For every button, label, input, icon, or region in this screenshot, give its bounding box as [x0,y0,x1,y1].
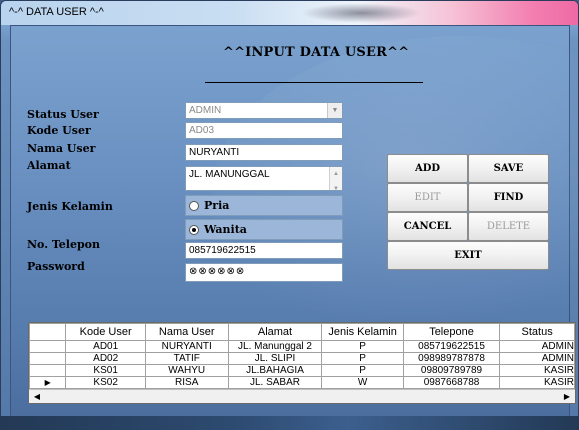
table-cell[interactable]: KASIR [499,376,575,389]
table-cell[interactable]: 098989787878 [402,352,501,365]
table-cell[interactable]: ADMIN [499,340,575,353]
exit-button-label: EXIT [454,250,482,261]
table-row[interactable]: ▶ KS02 RISA JL. SABAR W 0987668788 KASIR [29,376,575,389]
table-cell[interactable]: 0987668788 [402,376,501,389]
table-cell[interactable]: JL. Manunggal 2 [227,340,323,353]
chevron-down-icon[interactable]: ▼ [327,103,342,118]
label-status-user: Status User [27,108,99,121]
radio-wanita[interactable]: Wanita [185,219,343,240]
current-row-icon[interactable]: ▶ [29,376,67,389]
no-telepon-value: 085719622515 [189,245,256,256]
alamat-field[interactable]: JL. MANUNGGAL ▲ ▼ [185,166,343,191]
scroll-down-icon[interactable]: ▼ [333,182,339,190]
row-selector-header [29,323,67,341]
alamat-scrollbar[interactable]: ▲ ▼ [329,167,342,190]
no-telepon-field[interactable]: 085719622515 [185,242,343,259]
delete-button[interactable]: DELETE [468,212,549,241]
window-title: ^-^ DATA USER ^-^ [9,6,104,18]
add-button-label: ADD [414,163,441,174]
radio-wanita-label: Wanita [204,223,247,236]
nama-user-value: NURYANTI [189,147,240,158]
table-row[interactable]: KS01 WAHYU JL.BAHAGIA P 09809789789 KASI… [29,364,575,377]
table-cell[interactable]: 09809789789 [402,364,501,377]
edit-button[interactable]: EDIT [387,183,468,212]
table-cell[interactable]: KASIR [499,364,575,377]
column-header[interactable]: Jenis Kelamin [321,323,404,341]
table-cell[interactable]: NURYANTI [144,340,229,353]
table-cell[interactable]: JL. SLIPI [227,352,323,365]
row-selector[interactable] [29,364,67,377]
column-header[interactable]: Status [499,323,575,341]
save-button-label: SAVE [493,163,524,174]
nama-user-field[interactable]: NURYANTI [185,144,343,161]
data-user-window: ^-^ DATA USER ^-^ ^^INPUT DATA USER^^ St… [0,0,579,430]
password-value: ⊗⊗⊗⊗⊗⊗ [189,266,246,277]
table-cell[interactable]: JL. SABAR [227,376,323,389]
table-cell[interactable]: KS01 [65,364,146,377]
label-password: Password [27,260,85,273]
table-cell[interactable]: RISA [144,376,229,389]
find-button-label: FIND [493,192,524,203]
alamat-value: JL. MANUNGGAL [189,169,270,180]
label-nama-user: Nama User [27,142,96,155]
table-cell[interactable]: P [321,364,404,377]
taskbar-strip [0,416,579,430]
table-cell[interactable]: KS02 [65,376,146,389]
edit-button-label: EDIT [414,192,441,203]
table-cell[interactable]: AD02 [65,352,146,365]
radio-pria-label: Pria [204,199,230,212]
table-row[interactable]: AD01 NURYANTI JL. Manunggal 2 P 08571962… [29,340,575,353]
label-no-telepon: No. Telepon [27,238,100,251]
form-heading: ^^INPUT DATA USER^^ [223,45,410,60]
cancel-button-label: CANCEL [403,221,452,232]
kode-user-field[interactable]: AD03 [185,122,343,139]
table-cell[interactable]: P [321,340,404,353]
status-user-value: ADMIN [189,105,222,116]
heading-underline [205,82,423,83]
radio-pria[interactable]: Pria [185,195,343,216]
add-button[interactable]: ADD [387,154,468,183]
label-alamat: Alamat [27,159,71,172]
title-bar-glare [301,3,421,23]
table-cell[interactable]: P [321,352,404,365]
table-cell[interactable]: 085719622515 [402,340,501,353]
table-cell[interactable]: WAHYU [144,364,229,377]
horizontal-scrollbar[interactable]: ◀ ▶ [29,389,575,403]
user-table: Kode User Nama User Alamat Jenis Kelamin… [29,323,575,389]
table-cell[interactable]: AD01 [65,340,146,353]
column-header[interactable]: Alamat [227,323,323,341]
scroll-left-icon[interactable]: ◀ [31,391,43,402]
row-selector[interactable] [29,352,67,365]
table-header-row: Kode User Nama User Alamat Jenis Kelamin… [29,323,575,341]
table-cell[interactable]: TATIF [144,352,229,365]
status-user-combo[interactable]: ADMIN ▼ [185,102,343,119]
radio-pria-button[interactable] [189,200,199,211]
column-header[interactable]: Kode User [65,323,146,341]
label-jenis-kelamin: Jenis Kelamin [27,200,113,213]
column-header[interactable]: Nama User [144,323,229,341]
table-cell[interactable]: JL.BAHAGIA [227,364,323,377]
column-header[interactable]: Telepone [402,323,501,341]
kode-user-value: AD03 [189,125,215,136]
title-bar[interactable]: ^-^ DATA USER ^-^ [1,1,578,25]
user-data-grid[interactable]: Kode User Nama User Alamat Jenis Kelamin… [28,322,576,404]
cancel-button[interactable]: CANCEL [387,212,468,241]
save-button[interactable]: SAVE [468,154,549,183]
find-button[interactable]: FIND [468,183,549,212]
exit-button[interactable]: EXIT [387,241,549,270]
scroll-right-icon[interactable]: ▶ [561,391,573,402]
row-selector[interactable] [29,340,67,353]
table-cell[interactable]: ADMIN [499,352,575,365]
delete-button-label: DELETE [486,221,531,232]
table-row[interactable]: AD02 TATIF JL. SLIPI P 098989787878 ADMI… [29,352,575,365]
label-kode-user: Kode User [27,124,91,137]
table-cell[interactable]: W [321,376,404,389]
radio-wanita-button[interactable] [189,224,199,235]
password-field[interactable]: ⊗⊗⊗⊗⊗⊗ [185,263,343,282]
scroll-up-icon[interactable]: ▲ [333,167,339,182]
